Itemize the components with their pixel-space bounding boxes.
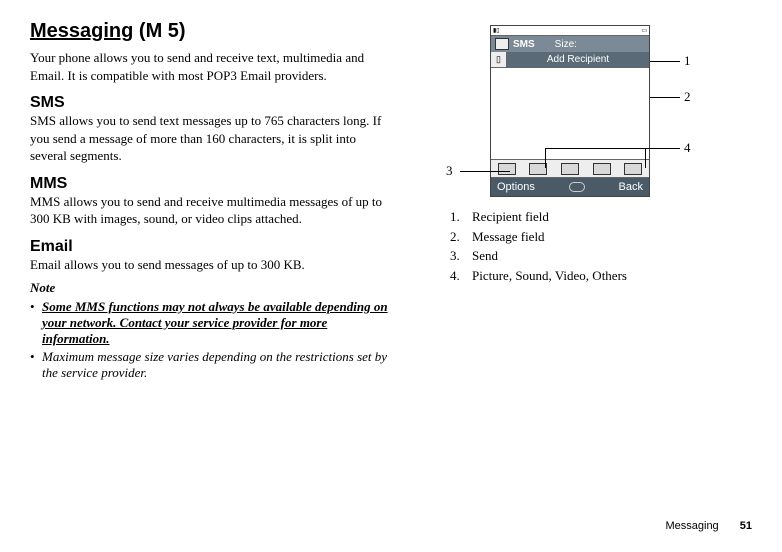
softkey-bar: Options Back	[491, 178, 649, 196]
legend-item-1: 1. Recipient field	[450, 207, 730, 227]
center-softkey[interactable]	[569, 182, 585, 192]
legend-num: 2.	[450, 227, 472, 247]
callout-line	[460, 171, 510, 172]
page-title: Messaging (M 5)	[30, 20, 390, 43]
note-bullet-2: • Maximum message size varies depending …	[30, 349, 390, 381]
footer-section: Messaging	[665, 520, 718, 532]
message-field[interactable]	[491, 68, 649, 160]
sms-icon	[495, 38, 509, 50]
callout-line	[545, 148, 546, 168]
legend-item-3: 3. Send	[450, 246, 730, 266]
bullet-dot: •	[30, 349, 42, 381]
mms-heading: MMS	[30, 175, 390, 193]
signal-icon: ▮▯	[493, 27, 500, 34]
callout-line	[595, 148, 680, 149]
others-icon[interactable]	[624, 163, 642, 175]
legend: 1. Recipient field 2. Message field 3. S…	[410, 207, 730, 285]
sms-heading: SMS	[30, 94, 390, 112]
legend-num: 3.	[450, 246, 472, 266]
callout-4: 4	[684, 140, 691, 156]
phone-diagram: ▮▯ ▭ SMS Size: ▯ Add Recipient	[440, 25, 700, 197]
page-footer: Messaging 51	[665, 520, 752, 532]
footer-page: 51	[740, 520, 752, 532]
sound-icon[interactable]	[561, 163, 579, 175]
back-softkey[interactable]: Back	[619, 181, 643, 193]
email-body: Email allows you to send messages of up …	[30, 256, 390, 274]
legend-item-2: 2. Message field	[450, 227, 730, 247]
status-bar: ▮▯ ▭	[491, 26, 649, 36]
legend-text: Send	[472, 246, 498, 266]
legend-num: 4.	[450, 266, 472, 286]
sms-body: SMS allows you to send text messages up …	[30, 112, 390, 165]
callout-1: 1	[684, 53, 691, 69]
callout-line	[650, 97, 680, 98]
video-icon[interactable]	[593, 163, 611, 175]
size-label: Size:	[555, 39, 577, 50]
note-text-2: Maximum message size varies depending on…	[42, 349, 390, 381]
options-softkey[interactable]: Options	[497, 181, 535, 193]
bullet-dot: •	[30, 299, 42, 347]
send-icon[interactable]	[498, 163, 516, 175]
callout-3: 3	[446, 163, 453, 179]
note-bullet-1: • Some MMS functions may not always be a…	[30, 299, 390, 347]
legend-text: Recipient field	[472, 207, 549, 227]
mms-body: MMS allows you to send and receive multi…	[30, 193, 390, 228]
menu-code: (M 5)	[139, 20, 186, 42]
email-heading: Email	[30, 238, 390, 256]
phone-screen: ▮▯ ▭ SMS Size: ▯ Add Recipient	[490, 25, 650, 197]
note-text-1: Some MMS functions may not always be ava…	[42, 299, 390, 347]
phone-title-bar: SMS Size:	[491, 36, 649, 52]
attachment-bar	[491, 160, 649, 178]
add-recipient-field[interactable]: Add Recipient	[507, 52, 649, 67]
legend-text: Message field	[472, 227, 545, 247]
battery-icon: ▭	[641, 27, 647, 34]
sms-label: SMS	[513, 39, 535, 50]
legend-text: Picture, Sound, Video, Others	[472, 266, 627, 286]
title-text: Messaging	[30, 20, 133, 42]
callout-2: 2	[684, 89, 691, 105]
legend-item-4: 4. Picture, Sound, Video, Others	[450, 266, 730, 286]
intro-paragraph: Your phone allows you to send and receiv…	[30, 49, 390, 84]
legend-num: 1.	[450, 207, 472, 227]
callout-line	[645, 148, 646, 168]
recipient-row[interactable]: ▯ Add Recipient	[491, 52, 649, 68]
note-heading: Note	[30, 279, 390, 297]
tab-icon: ▯	[491, 52, 507, 67]
callout-line	[650, 61, 680, 62]
